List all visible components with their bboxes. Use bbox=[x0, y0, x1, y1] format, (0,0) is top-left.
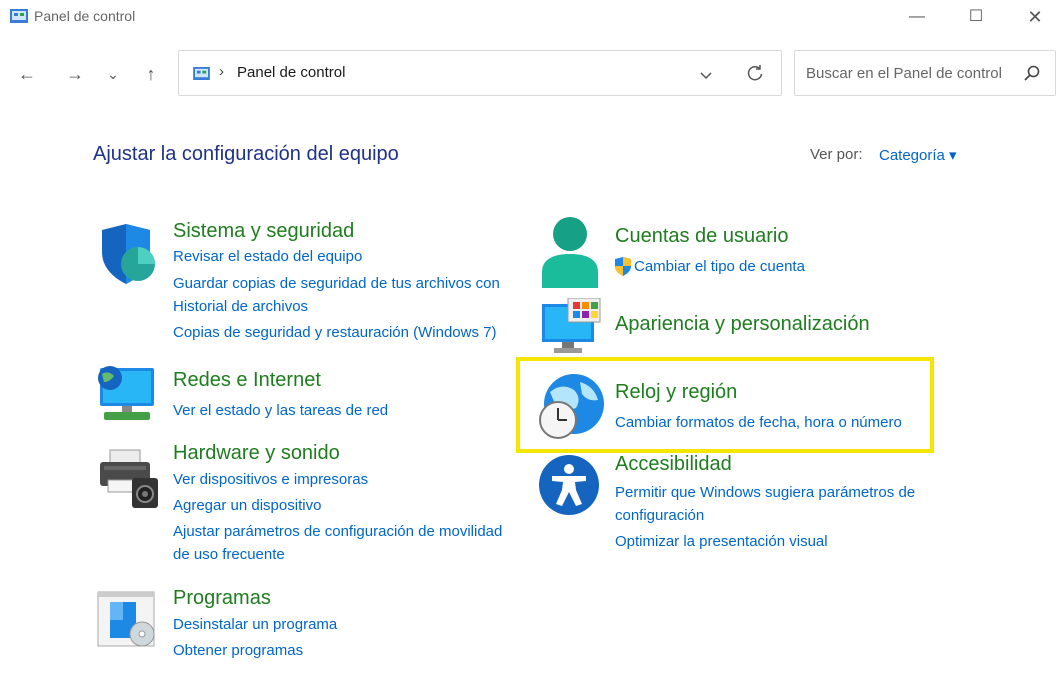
chevron-down-icon[interactable] bbox=[699, 69, 713, 83]
programs-icon bbox=[97, 591, 155, 647]
user-accounts-icon bbox=[542, 217, 598, 288]
link-desinstalar-programa[interactable]: Desinstalar un programa bbox=[173, 616, 337, 634]
display-icon bbox=[542, 298, 601, 353]
link-optimizar-presentacion[interactable]: Optimizar la presentación visual bbox=[615, 533, 828, 551]
link-permitir-windows[interactable]: Permitir que Windows sugiera parámetros … bbox=[615, 484, 915, 502]
category-cuentas-title[interactable]: Cuentas de usuario bbox=[615, 225, 788, 248]
control-panel-icon bbox=[10, 9, 28, 23]
page-title: Ajustar la configuración del equipo bbox=[93, 143, 399, 165]
link-guardar-copias[interactable]: Guardar copias de seguridad de tus archi… bbox=[173, 275, 500, 293]
printer-icon bbox=[100, 449, 158, 508]
recent-locations-button[interactable]: ⌄ bbox=[100, 60, 126, 88]
link-configuracion[interactable]: configuración bbox=[615, 507, 704, 525]
link-copias-restauracion[interactable]: Copias de seguridad y restauración (Wind… bbox=[173, 324, 497, 342]
search-box[interactable]: Buscar en el Panel de control bbox=[794, 50, 1056, 96]
clock-globe-icon bbox=[539, 374, 604, 439]
close-button[interactable]: ✕ bbox=[1017, 4, 1053, 30]
back-button[interactable]: ← bbox=[14, 60, 40, 88]
link-uso-frecuente[interactable]: de uso frecuente bbox=[173, 546, 285, 564]
control-panel-icon bbox=[193, 67, 210, 80]
breadcrumb-item[interactable]: Panel de control bbox=[237, 64, 345, 81]
category-sistema-title[interactable]: Sistema y seguridad bbox=[173, 220, 354, 243]
link-dispositivos-impresoras[interactable]: Ver dispositivos e impresoras bbox=[173, 471, 368, 489]
link-revisar-estado[interactable]: Revisar el estado del equipo bbox=[173, 248, 362, 266]
link-historial-archivos[interactable]: Historial de archivos bbox=[173, 298, 308, 316]
link-ajustar-movilidad[interactable]: Ajustar parámetros de configuración de m… bbox=[173, 523, 502, 541]
link-agregar-dispositivo[interactable]: Agregar un dispositivo bbox=[173, 497, 321, 515]
minimize-button[interactable]: — bbox=[899, 4, 935, 30]
link-estado-red[interactable]: Ver el estado y las tareas de red bbox=[173, 402, 388, 420]
refresh-icon[interactable] bbox=[745, 63, 765, 83]
uac-shield-icon bbox=[615, 257, 631, 276]
network-icon bbox=[98, 366, 154, 420]
title-bar: Panel de control — ☐ ✕ bbox=[0, 0, 1062, 36]
category-hardware-title[interactable]: Hardware y sonido bbox=[173, 442, 340, 465]
search-input[interactable]: Buscar en el Panel de control bbox=[806, 65, 1002, 82]
link-cambiar-tipo-cuenta[interactable]: Cambiar el tipo de cuenta bbox=[634, 258, 805, 276]
category-redes-title[interactable]: Redes e Internet bbox=[173, 369, 321, 392]
category-reloj-title[interactable]: Reloj y región bbox=[615, 381, 737, 404]
search-icon[interactable] bbox=[1023, 64, 1041, 82]
breadcrumb-separator: › bbox=[219, 63, 224, 80]
up-button[interactable]: ↑ bbox=[138, 60, 164, 88]
shield-icon bbox=[102, 224, 155, 284]
category-accesibilidad-title[interactable]: Accesibilidad bbox=[615, 453, 732, 476]
view-by-dropdown[interactable]: Categoría ▾ bbox=[879, 146, 957, 164]
window-title: Panel de control bbox=[34, 8, 136, 24]
maximize-button[interactable]: ☐ bbox=[958, 4, 994, 30]
category-programas-title[interactable]: Programas bbox=[173, 587, 271, 610]
forward-button[interactable]: → bbox=[62, 60, 88, 88]
category-apariencia-title[interactable]: Apariencia y personalización bbox=[615, 313, 870, 336]
link-formatos-fecha[interactable]: Cambiar formatos de fecha, hora o número bbox=[615, 414, 902, 432]
accessibility-icon bbox=[539, 455, 599, 515]
link-obtener-programas[interactable]: Obtener programas bbox=[173, 642, 303, 660]
view-by-label: Ver por: bbox=[810, 146, 863, 163]
address-bar[interactable]: › Panel de control bbox=[178, 50, 782, 96]
